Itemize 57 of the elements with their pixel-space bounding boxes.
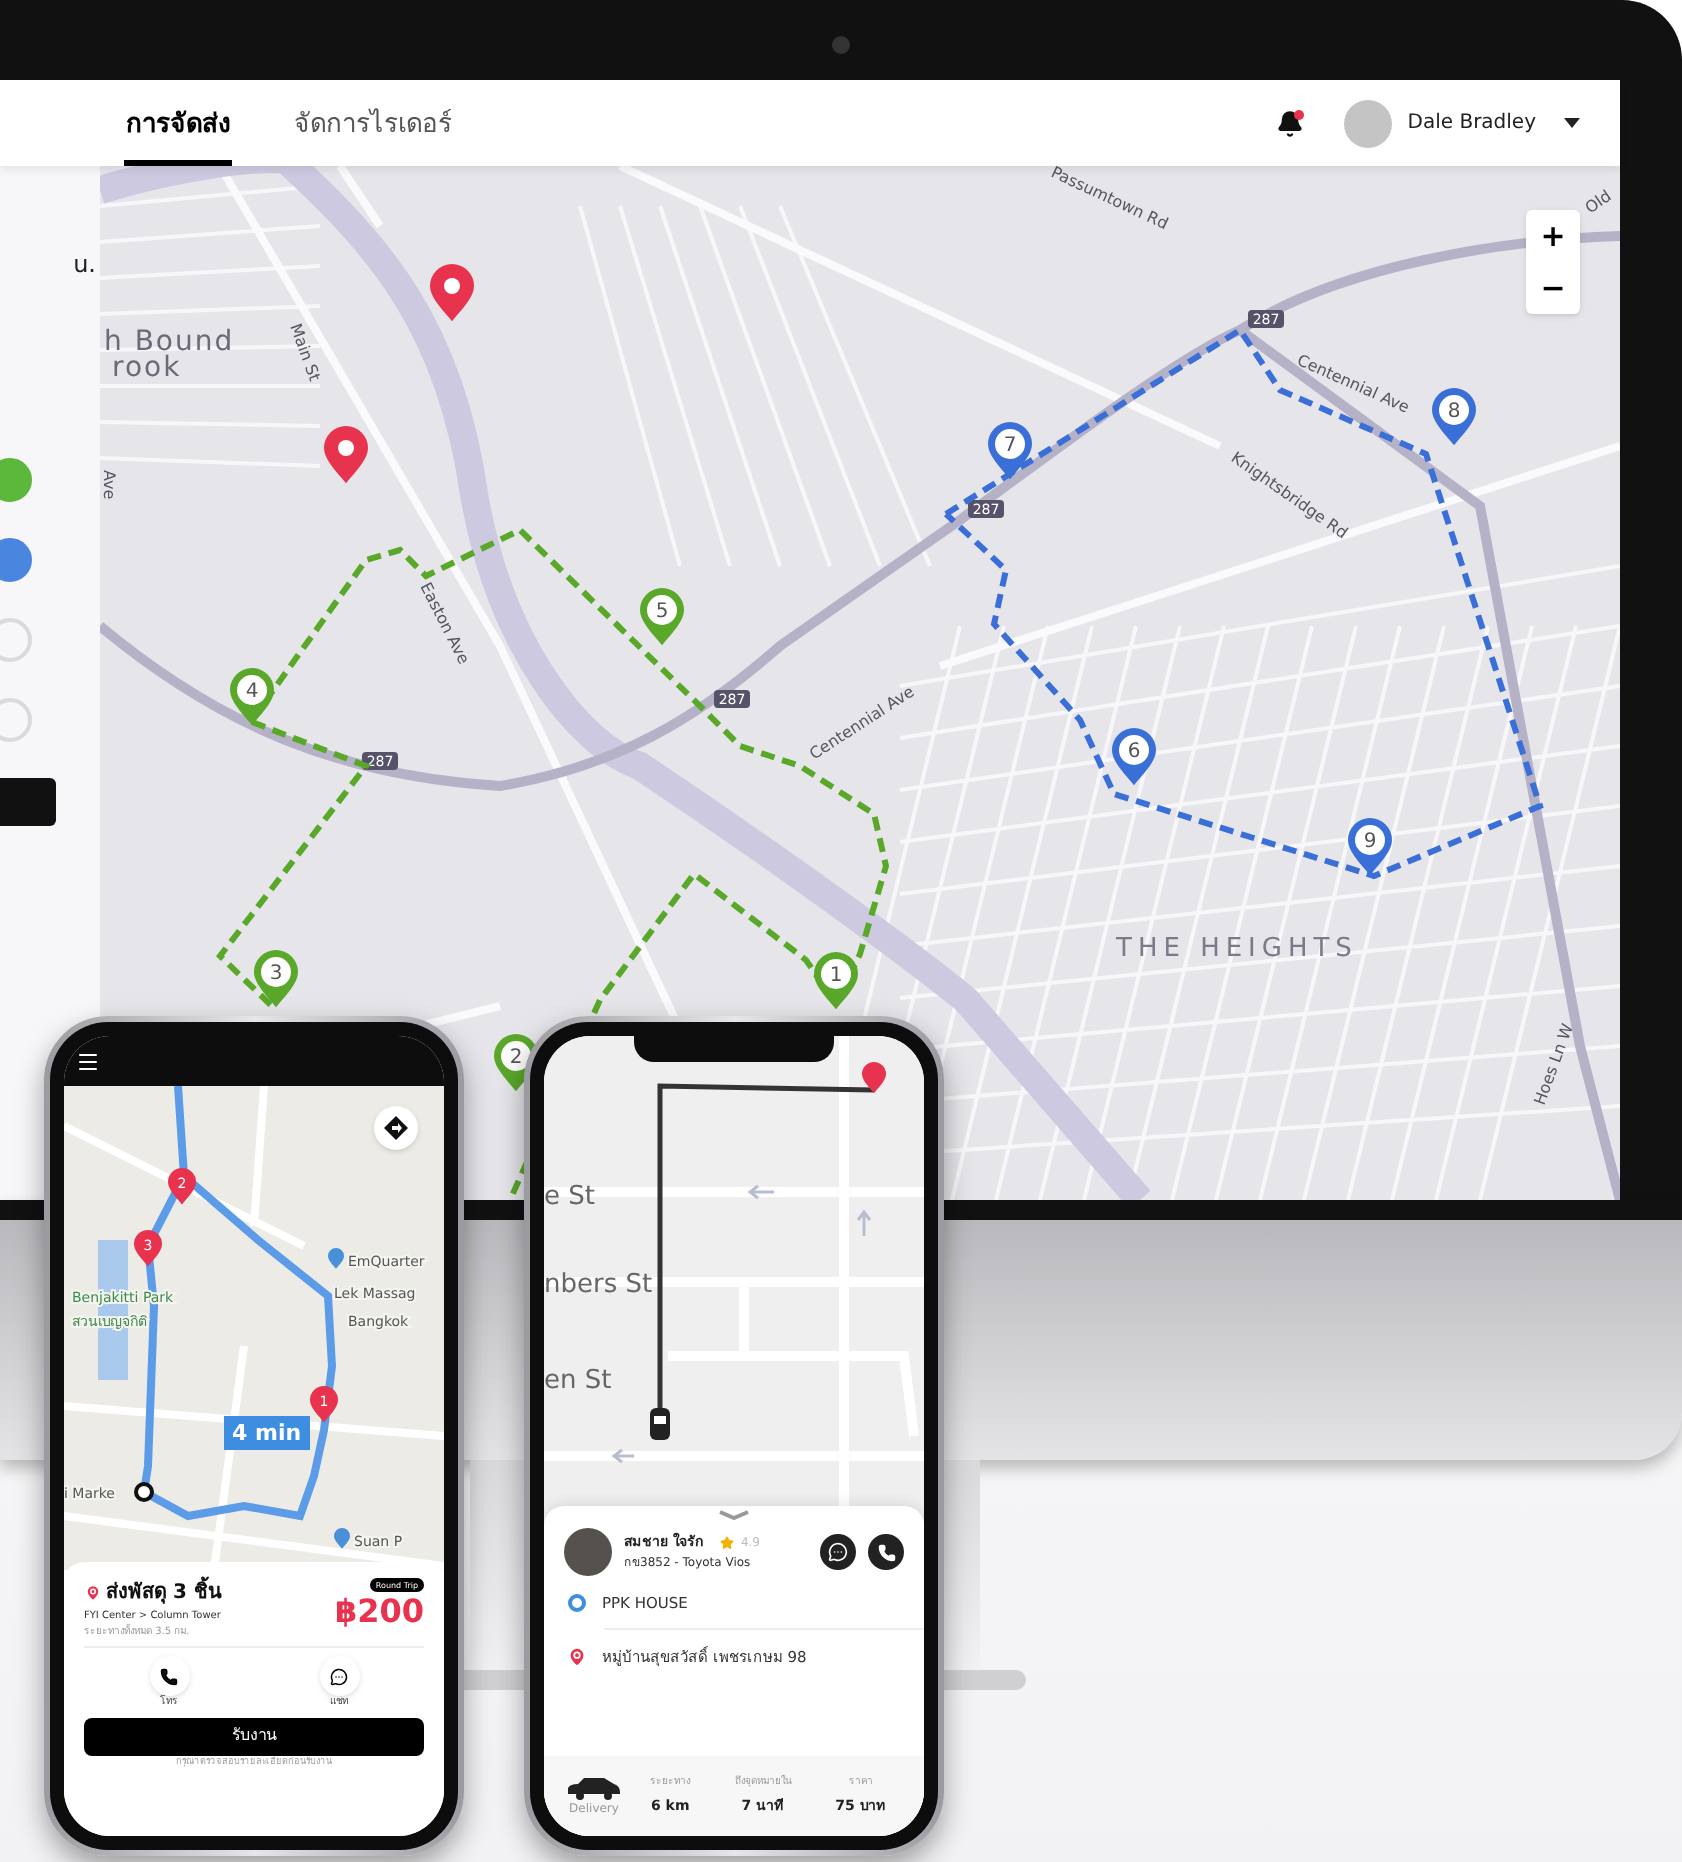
driver-avatar — [564, 1528, 612, 1576]
street-label: nbers St — [544, 1270, 653, 1300]
dropoff-pin-icon — [566, 1646, 588, 1669]
map-label: rook — [112, 352, 182, 384]
marker-number: 1 — [829, 965, 843, 987]
map-label: Old — [1581, 186, 1615, 218]
zoom-out-button[interactable]: − — [1526, 262, 1580, 314]
nav-tab[interactable]: การจัดส่ง — [124, 105, 232, 166]
marker-number: 9 — [1363, 831, 1377, 853]
pickup-ring-icon — [568, 1594, 586, 1613]
marker-number: 5 — [655, 601, 669, 623]
job-price: ฿200 — [334, 1592, 424, 1632]
start-point — [134, 1482, 154, 1502]
camera-icon — [832, 36, 850, 54]
map-label: Hoes Ln W — [1530, 1021, 1577, 1108]
marker-number: 2 — [509, 1047, 523, 1069]
chat-button[interactable] — [319, 1656, 359, 1696]
notification-bell-icon[interactable] — [1275, 109, 1304, 137]
map-pin — [324, 426, 368, 484]
chat-icon — [330, 1667, 348, 1685]
user-avatar — [1343, 99, 1392, 147]
panel-text: u. — [73, 248, 98, 282]
user-name[interactable]: Dale Bradley — [1407, 108, 1536, 138]
map-pin — [430, 264, 474, 322]
phone-icon — [877, 1543, 895, 1561]
call-button[interactable] — [868, 1534, 904, 1570]
chat-button[interactable] — [820, 1534, 856, 1570]
marker-number: 8 — [1447, 401, 1461, 423]
marker-number: 4 — [245, 681, 259, 703]
menu-icon[interactable] — [76, 1049, 100, 1073]
directions-icon — [384, 1116, 408, 1140]
job-title: ส่งพัสดุ 3 ชิ้น — [106, 1578, 222, 1608]
street-label: en St — [544, 1366, 612, 1396]
pin-icon — [84, 1584, 102, 1602]
phone-icon — [160, 1667, 178, 1685]
caret-icon[interactable] — [1564, 118, 1580, 128]
star-icon — [720, 1536, 735, 1550]
street-label: e St — [544, 1182, 595, 1212]
map-label: Ave — [100, 470, 118, 500]
chat-icon — [828, 1542, 848, 1562]
map-label: h Bound — [104, 326, 235, 358]
place-pin-icon — [334, 1528, 350, 1549]
accept-button[interactable]: รับงาน — [84, 1717, 424, 1755]
call-button[interactable] — [149, 1656, 189, 1696]
map-label: Main St — [286, 321, 324, 384]
nav-tab[interactable]: จัดการไรเดอร์ — [292, 105, 454, 166]
car-icon — [650, 1408, 670, 1440]
marker-number: 7 — [1003, 435, 1017, 457]
destination-pin — [862, 1062, 886, 1094]
eta-badge: 4 min — [224, 1416, 310, 1450]
marker-number: 6 — [1127, 741, 1141, 763]
zoom-in-button[interactable]: + — [1526, 210, 1580, 262]
marker-number: 3 — [269, 963, 283, 985]
map-label: THE HEIGHTS — [1116, 934, 1358, 964]
place-pin-icon — [328, 1248, 344, 1269]
car-icon — [566, 1775, 622, 1799]
handle-chevron-icon — [718, 1510, 750, 1520]
